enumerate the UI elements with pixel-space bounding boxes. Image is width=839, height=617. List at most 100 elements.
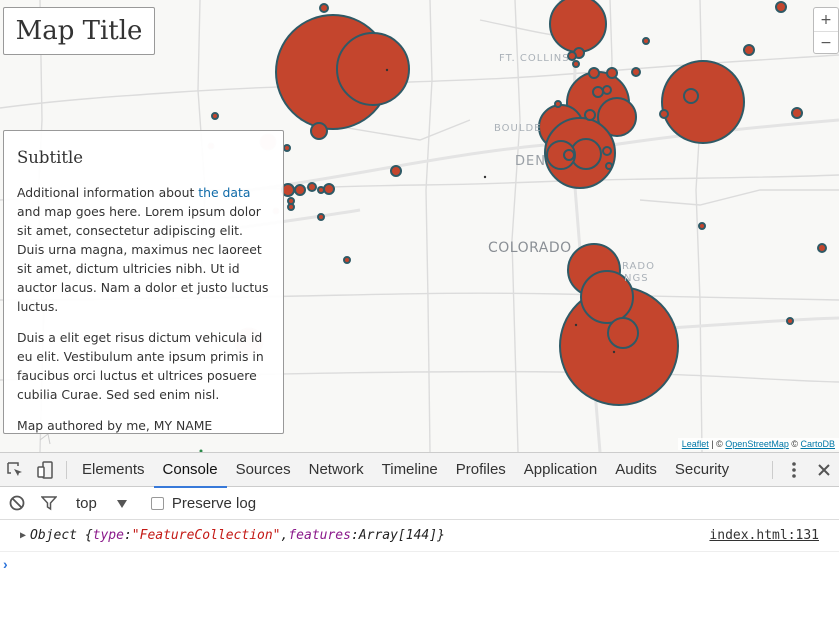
bubble[interactable] bbox=[698, 222, 706, 230]
bubble[interactable] bbox=[310, 122, 328, 140]
bubble[interactable] bbox=[307, 182, 317, 192]
clear-icon[interactable] bbox=[4, 495, 30, 511]
tab-timeline[interactable]: Timeline bbox=[373, 453, 447, 487]
bubble[interactable] bbox=[317, 213, 325, 221]
tab-network[interactable]: Network bbox=[300, 453, 373, 487]
tab-application[interactable]: Application bbox=[515, 453, 606, 487]
bubble[interactable] bbox=[642, 37, 650, 45]
info-paragraph-1: Additional information about the data an… bbox=[17, 183, 270, 316]
bubble[interactable] bbox=[317, 186, 325, 194]
bubble[interactable] bbox=[390, 165, 402, 177]
bubble[interactable] bbox=[283, 144, 291, 152]
toolbar-divider bbox=[772, 461, 773, 479]
bubble[interactable] bbox=[791, 107, 803, 119]
preserve-log-label[interactable]: Preserve log bbox=[172, 495, 256, 512]
bubble[interactable] bbox=[287, 203, 295, 211]
label-denver: DEN bbox=[515, 154, 546, 169]
log-colon-1: : bbox=[123, 528, 132, 543]
map-container[interactable]: FT. COLLINS BOULDE DEN COLORADO RADO NGS… bbox=[0, 0, 839, 452]
zoom-control: + − bbox=[813, 7, 839, 54]
tab-elements[interactable]: Elements bbox=[73, 453, 154, 487]
bubble[interactable] bbox=[336, 32, 410, 106]
bubble[interactable] bbox=[211, 112, 219, 120]
bubble[interactable] bbox=[605, 162, 613, 170]
bubble[interactable] bbox=[323, 183, 335, 195]
bubble[interactable] bbox=[343, 256, 351, 264]
bubble[interactable] bbox=[572, 60, 580, 68]
bubble[interactable] bbox=[661, 60, 745, 144]
info-text-before-link: Additional information about bbox=[17, 185, 199, 200]
label-springs-1: RADO bbox=[622, 261, 655, 272]
dropdown-icon[interactable] bbox=[116, 495, 127, 512]
leaflet-link[interactable]: Leaflet bbox=[682, 439, 709, 449]
attribution-sep-2: © bbox=[788, 439, 801, 449]
devtools-actions bbox=[766, 453, 839, 487]
bubble[interactable] bbox=[588, 67, 600, 79]
more-icon[interactable] bbox=[779, 453, 809, 487]
info-panel: Subtitle Additional information about th… bbox=[3, 130, 284, 434]
data-link[interactable]: the data bbox=[198, 185, 250, 200]
bubble[interactable] bbox=[602, 146, 612, 156]
label-springs-2: NGS bbox=[624, 273, 649, 284]
zoom-out-button[interactable]: − bbox=[814, 31, 838, 54]
devtools-panel: Elements Console Sources Network Timelin… bbox=[0, 452, 839, 617]
tab-console[interactable]: Console bbox=[153, 453, 227, 488]
bubble[interactable] bbox=[584, 109, 596, 121]
log-key-features: features bbox=[288, 528, 351, 543]
expand-triangle-icon[interactable]: ▶ bbox=[20, 530, 26, 541]
log-key-type: type bbox=[92, 528, 124, 543]
device-icon[interactable] bbox=[30, 453, 60, 487]
console-toolbar: top Preserve log bbox=[0, 487, 839, 520]
filter-icon[interactable] bbox=[36, 495, 62, 511]
zoom-in-button[interactable]: + bbox=[814, 8, 838, 31]
author-line: Map authored by me, MY NAME bbox=[17, 418, 213, 433]
log-source-link[interactable]: index.html:131 bbox=[709, 528, 819, 543]
bubble[interactable] bbox=[554, 100, 562, 108]
log-comma: , bbox=[280, 528, 289, 543]
console-prompt[interactable]: › bbox=[0, 552, 839, 576]
close-icon[interactable] bbox=[809, 453, 839, 487]
attribution-sep-1: | © bbox=[708, 439, 726, 449]
city-dot bbox=[612, 350, 616, 354]
info-text-after-link: and map goes here. Lorem ipsum dolor sit… bbox=[17, 204, 269, 314]
tab-audits[interactable]: Audits bbox=[606, 453, 666, 487]
bubble[interactable] bbox=[563, 149, 575, 161]
bubble[interactable] bbox=[817, 243, 827, 253]
city-dot bbox=[385, 68, 389, 72]
bubble[interactable] bbox=[549, 0, 607, 53]
map-attribution: Leaflet | © OpenStreetMap © CartoDB bbox=[677, 438, 839, 450]
console-log-entry[interactable]: ▶ Object {type: "FeatureCollection", fea… bbox=[0, 520, 839, 552]
osm-link[interactable]: OpenStreetMap bbox=[725, 439, 789, 449]
bubble[interactable] bbox=[592, 86, 604, 98]
bubble[interactable] bbox=[607, 317, 639, 349]
terrain-mark bbox=[39, 433, 51, 445]
tab-security[interactable]: Security bbox=[666, 453, 738, 487]
info-paragraph-2: Duis a elit eget risus dictum vehicula i… bbox=[17, 330, 264, 402]
bubble[interactable] bbox=[683, 88, 699, 104]
log-value-features: Array[144] bbox=[358, 528, 438, 543]
city-dot bbox=[574, 323, 578, 327]
bubble[interactable] bbox=[606, 67, 618, 79]
context-select[interactable]: top bbox=[76, 495, 97, 512]
carto-link[interactable]: CartoDB bbox=[800, 439, 835, 449]
inspect-icon[interactable] bbox=[0, 453, 30, 487]
bubble[interactable] bbox=[319, 3, 329, 13]
map-title: Map Title bbox=[3, 7, 155, 55]
bubble[interactable] bbox=[602, 85, 612, 95]
bubble[interactable] bbox=[294, 184, 306, 196]
tab-sources[interactable]: Sources bbox=[227, 453, 300, 487]
tab-profiles[interactable]: Profiles bbox=[447, 453, 515, 487]
bubble[interactable] bbox=[775, 1, 787, 13]
preserve-log-checkbox[interactable] bbox=[150, 496, 164, 510]
devtools-tabbar: Elements Console Sources Network Timelin… bbox=[0, 453, 839, 488]
label-ft-collins: FT. COLLINS bbox=[499, 53, 570, 64]
info-subtitle: Subtitle bbox=[17, 148, 84, 167]
label-boulder: BOULDE bbox=[494, 123, 541, 134]
log-prefix: Object { bbox=[30, 528, 93, 543]
bubble[interactable] bbox=[631, 67, 641, 77]
bubble[interactable] bbox=[743, 44, 755, 56]
log-colon-2: : bbox=[350, 528, 359, 543]
log-value-type: "FeatureCollection" bbox=[131, 528, 281, 543]
bubble[interactable] bbox=[786, 317, 794, 325]
bubble[interactable] bbox=[659, 109, 669, 119]
